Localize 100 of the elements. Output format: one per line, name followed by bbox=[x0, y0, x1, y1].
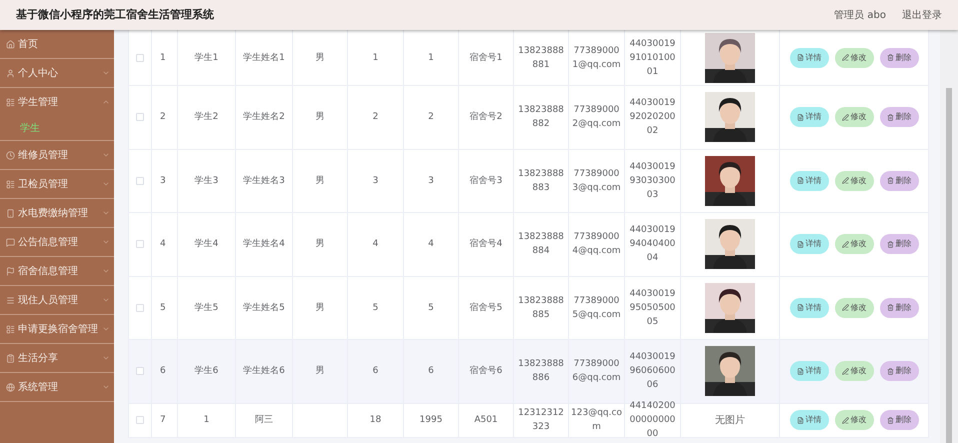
table-cell-text: 1 bbox=[428, 52, 434, 64]
edit-button[interactable]: 修改 bbox=[834, 48, 874, 68]
delete-button[interactable]: 删除 bbox=[880, 361, 918, 382]
table-cell-text: 男 bbox=[316, 110, 324, 124]
document-icon bbox=[796, 177, 804, 184]
table-cell-text: 4 bbox=[428, 238, 434, 252]
trash-icon bbox=[886, 304, 894, 312]
table-cell-text: 6 bbox=[372, 365, 378, 378]
row-checkbox[interactable] bbox=[136, 113, 144, 122]
trash-icon bbox=[886, 416, 894, 424]
details-button[interactable]: 详情 bbox=[790, 410, 828, 430]
sidebar-item[interactable]: 现住人员管理 bbox=[0, 286, 114, 314]
row-checkbox[interactable] bbox=[136, 304, 144, 312]
table-cell-text: 宿舍号2 bbox=[470, 110, 502, 124]
table-cell-text: 学生姓名2 bbox=[243, 110, 285, 124]
table-cell-text: 学生6 bbox=[194, 364, 218, 378]
phone-icon bbox=[6, 208, 15, 218]
sidebar-item[interactable]: 首页 bbox=[0, 30, 114, 58]
clock-icon bbox=[6, 150, 15, 160]
table-cell-text: 13823888883 bbox=[517, 168, 565, 195]
sidebar-item[interactable]: 系统管理 bbox=[0, 373, 114, 401]
home-icon bbox=[6, 40, 15, 48]
table-cell-text: 2 bbox=[160, 111, 166, 124]
details-button[interactable]: 详情 bbox=[790, 361, 828, 382]
sidebar-item[interactable]: 维修员管理 bbox=[0, 141, 114, 169]
delete-button[interactable]: 删除 bbox=[880, 410, 918, 430]
table-cell-text: 3 bbox=[160, 174, 166, 188]
table-cell-text: 学生姓名3 bbox=[243, 174, 285, 188]
table-cell-text: 学生4 bbox=[194, 238, 218, 252]
table-cell-text: 1 bbox=[372, 52, 378, 64]
table-cell-text: 773890005@qq.com bbox=[571, 294, 622, 322]
delete-button[interactable]: 删除 bbox=[880, 107, 918, 128]
delete-button[interactable]: 删除 bbox=[880, 170, 918, 191]
edit-button[interactable]: 修改 bbox=[834, 107, 874, 128]
details-button[interactable]: 详情 bbox=[790, 170, 828, 191]
row-checkbox[interactable] bbox=[136, 240, 144, 248]
chevron-down-icon bbox=[102, 69, 110, 77]
sidebar-item[interactable]: 宿舍信息管理 bbox=[0, 257, 114, 285]
edit-button[interactable]: 修改 bbox=[834, 361, 874, 382]
sidebar-item[interactable]: 申请更换宿舍管理 bbox=[0, 315, 114, 343]
row-checkbox[interactable] bbox=[136, 54, 144, 62]
table-cell-text: 773890006@qq.com bbox=[571, 358, 622, 386]
table-cell-text: 13823888886 bbox=[517, 358, 565, 386]
document-icon bbox=[796, 304, 804, 312]
no-image-text: 无图片 bbox=[715, 414, 745, 428]
table-cell-text: 440300199202020002 bbox=[628, 97, 676, 138]
table-cell-text: 441402000000000000 bbox=[628, 400, 676, 441]
clipboard-icon bbox=[6, 354, 15, 362]
sidebar-item[interactable]: 学生管理 bbox=[0, 88, 114, 116]
pen-icon bbox=[842, 368, 848, 375]
sidebar-item[interactable]: 水电费缴纳管理 bbox=[0, 199, 114, 227]
edit-button[interactable]: 修改 bbox=[834, 298, 874, 318]
logout-link[interactable]: 退出登录 bbox=[902, 8, 942, 22]
table-cell-text: 4 bbox=[160, 238, 166, 252]
table-cell-text: 773890003@qq.com bbox=[571, 168, 622, 195]
table-cell-text: 男 bbox=[316, 174, 324, 188]
table-cell-text: 2 bbox=[428, 111, 434, 124]
menu-icon bbox=[6, 296, 15, 304]
details-button[interactable]: 详情 bbox=[790, 107, 828, 128]
sidebar-item[interactable]: 卫检员管理 bbox=[0, 170, 114, 198]
delete-button[interactable]: 删除 bbox=[880, 48, 918, 68]
table-cell-text: 男 bbox=[316, 238, 324, 252]
list-icon bbox=[6, 324, 15, 334]
table-cell-text: 7 bbox=[160, 414, 166, 427]
pen-icon bbox=[842, 240, 848, 248]
table-cell-text: 13823888885 bbox=[517, 294, 565, 322]
row-checkbox[interactable] bbox=[136, 416, 144, 424]
table-cell-text: 3 bbox=[372, 174, 378, 188]
row-checkbox[interactable] bbox=[136, 367, 144, 376]
edit-button[interactable]: 修改 bbox=[834, 410, 874, 430]
table-cell-text: A501 bbox=[474, 414, 498, 427]
table-cell-text: 男 bbox=[316, 364, 324, 378]
details-button[interactable]: 详情 bbox=[790, 298, 828, 318]
sidebar-item[interactable]: 生活分享 bbox=[0, 344, 114, 372]
table-cell-text: 男 bbox=[316, 52, 324, 64]
edit-button[interactable]: 修改 bbox=[834, 234, 874, 254]
sidebar-subitem[interactable]: 学生 bbox=[0, 116, 114, 140]
edit-button[interactable]: 修改 bbox=[834, 170, 874, 191]
table-cell-text: 773890001@qq.com bbox=[571, 44, 622, 72]
sidebar-item[interactable]: 公告信息管理 bbox=[0, 228, 114, 256]
table-cell-text: 学生姓名4 bbox=[243, 238, 285, 252]
table-cell-text: 4 bbox=[372, 238, 378, 252]
delete-button[interactable]: 删除 bbox=[880, 234, 918, 254]
table-cell-text: 学生3 bbox=[194, 174, 218, 188]
table-cell-text: 阿三 bbox=[255, 414, 273, 427]
table-cell-text: 440300199606060006 bbox=[628, 351, 676, 392]
sidebar-item[interactable]: 个人中心 bbox=[0, 59, 114, 87]
table-cell-text: 1 bbox=[160, 52, 166, 64]
details-button[interactable]: 详情 bbox=[790, 48, 828, 68]
chevron-down-icon bbox=[102, 354, 110, 362]
table-cell-text: 2 bbox=[372, 111, 378, 124]
table-cell-text: 773890004@qq.com bbox=[571, 231, 622, 258]
delete-button[interactable]: 删除 bbox=[880, 298, 918, 318]
table-cell-text: 学生姓名6 bbox=[243, 364, 285, 378]
pen-icon bbox=[842, 177, 848, 184]
chevron-down-icon bbox=[102, 267, 110, 275]
details-button[interactable]: 详情 bbox=[790, 234, 828, 254]
row-checkbox[interactable] bbox=[136, 176, 144, 185]
table-cell-text: 宿舍号3 bbox=[470, 174, 502, 188]
trash-icon bbox=[886, 240, 894, 248]
